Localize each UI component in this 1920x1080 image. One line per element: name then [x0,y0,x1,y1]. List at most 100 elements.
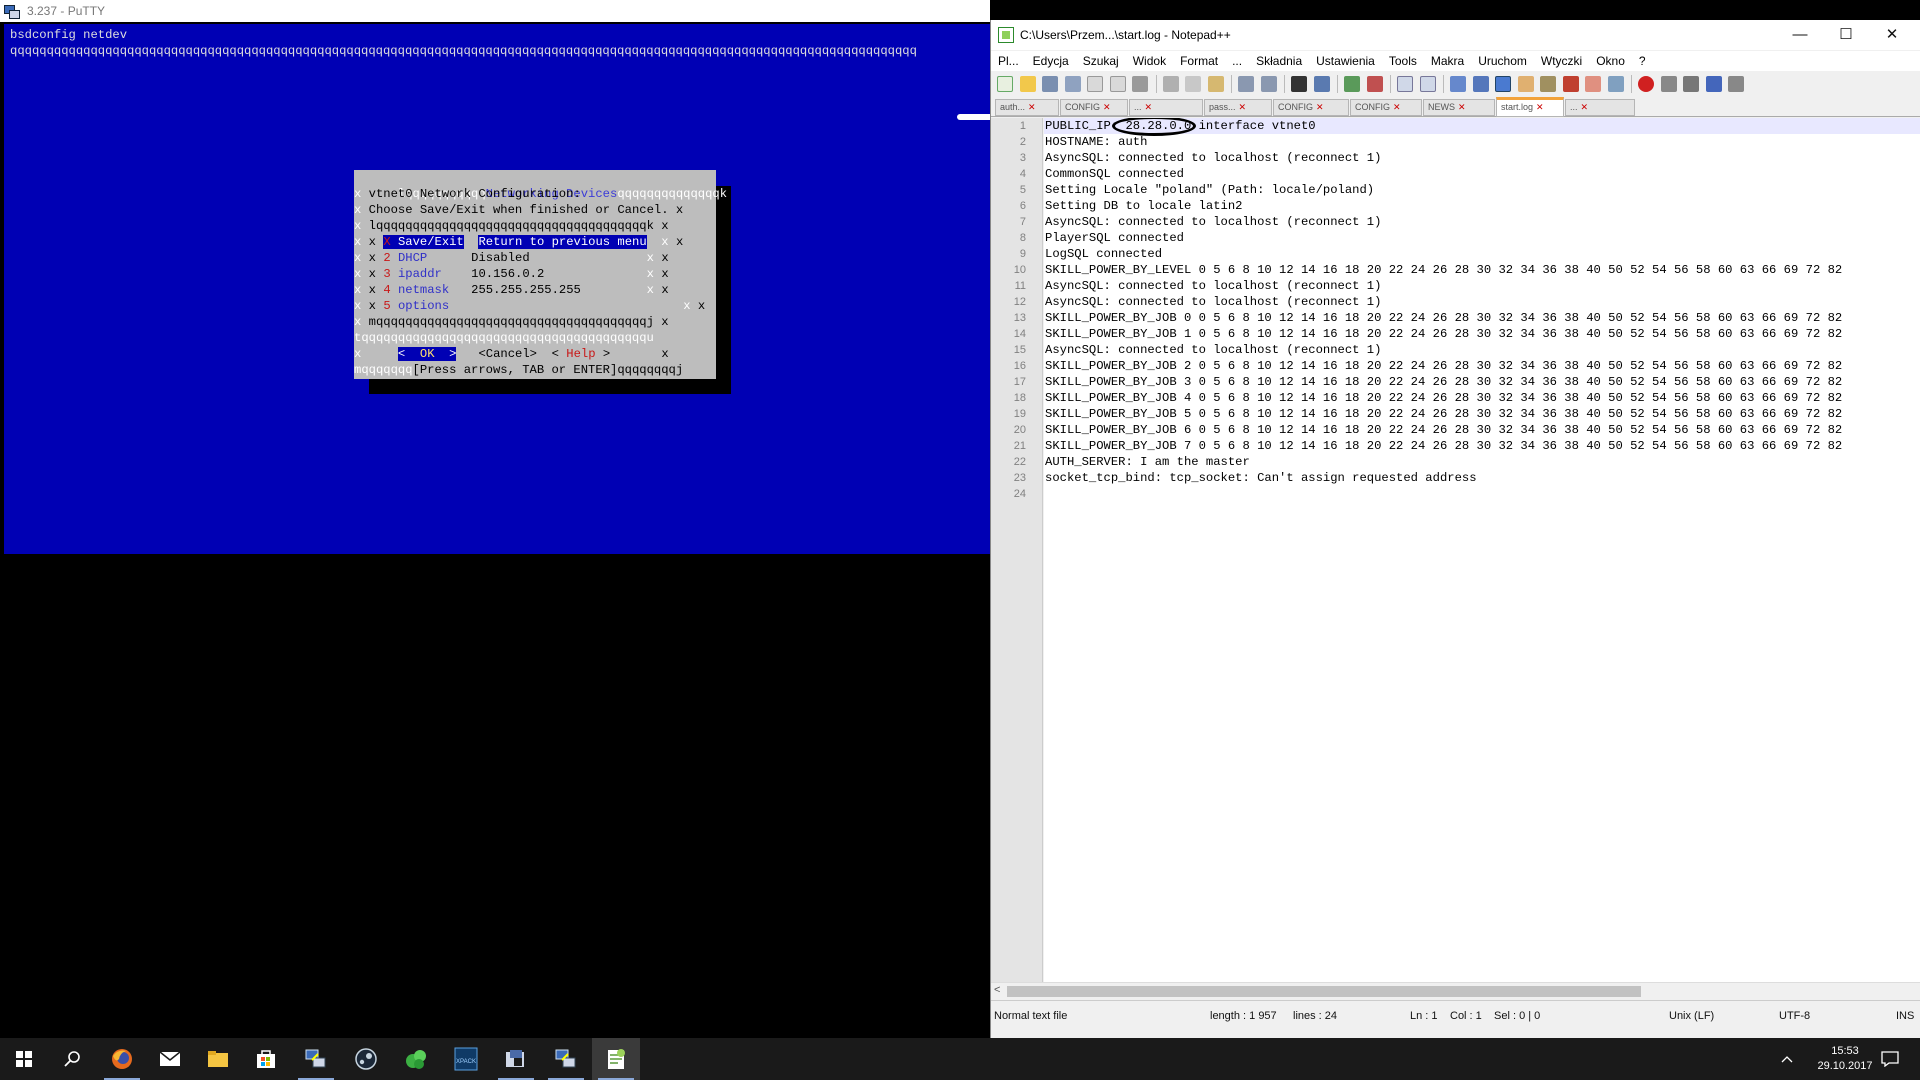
menu-run[interactable]: Uruchom [1478,54,1527,68]
minimize-button[interactable]: — [1777,20,1823,50]
editor-line[interactable]: AsyncSQL: connected to localhost (reconn… [1044,150,1920,166]
monitor-icon[interactable] [1607,76,1624,92]
open-file-icon[interactable] [1019,76,1036,92]
scrollbar-thumb[interactable] [1007,986,1641,997]
editor-line[interactable]: Setting Locale "poland" (Path: locale/po… [1044,182,1920,198]
networking-devices-dialog[interactable]: lqqqqqqqqqqqNetworking Devicesqqqqqqqqqq… [354,170,727,379]
lang-icon[interactable] [1517,76,1534,92]
notepadpp-window[interactable]: C:\Users\Przem...\start.log - Notepad++ … [990,20,1920,1040]
editor-line[interactable]: SKILL_POWER_BY_JOB 6 0 5 6 8 10 12 14 16… [1044,422,1920,438]
horizontal-scrollbar[interactable]: < [991,982,1920,999]
file-tab[interactable]: ... ✕ [1129,99,1203,116]
putty-window[interactable]: 3.237 - PuTTY bsdconfig netdev qqqqqqqqq… [0,0,990,1038]
editor-line[interactable]: SKILL_POWER_BY_JOB 7 0 5 6 8 10 12 14 16… [1044,438,1920,454]
stop-macro-icon[interactable] [1660,76,1677,92]
taskbar-steam[interactable] [342,1038,390,1080]
folder-workspace-icon[interactable] [1585,76,1601,92]
menu-item-save-exit[interactable]: x x X Save/Exit Return to previous menu … [354,234,716,250]
find-icon[interactable] [1291,76,1307,92]
start-button[interactable] [0,1038,48,1080]
action-center-button[interactable] [1870,1038,1910,1080]
zoom-in-icon[interactable] [1344,76,1360,92]
sync-v-icon[interactable] [1397,76,1413,92]
new-file-icon[interactable] [997,76,1013,92]
menu-plugins[interactable]: Wtyczki [1541,54,1582,68]
menu-view[interactable]: Widok [1133,54,1166,68]
taskbar-firefox[interactable] [98,1038,146,1080]
undo-icon[interactable] [1238,76,1254,92]
file-tab[interactable]: ... ✕ [1565,99,1635,116]
tray-show-hidden[interactable] [1772,1038,1802,1080]
run-macro-multiple-icon[interactable] [1705,76,1722,92]
editor-line[interactable]: SKILL_POWER_BY_JOB 2 0 5 6 8 10 12 14 16… [1044,358,1920,374]
file-tab[interactable]: CONFIG ✕ [1350,99,1422,116]
ok-button[interactable]: < OK > [397,347,457,361]
search-button[interactable] [48,1038,96,1080]
npp-titlebar[interactable]: C:\Users\Przem...\start.log - Notepad++ … [991,20,1920,50]
editor-line[interactable]: SKILL_POWER_BY_JOB 0 0 5 6 8 10 12 14 16… [1044,310,1920,326]
menu-help[interactable]: ? [1639,54,1646,68]
file-tab[interactable]: CONFIG ✕ [1273,99,1349,116]
scroll-left-icon[interactable]: < [994,984,1000,996]
editor-line[interactable]: PlayerSQL connected [1044,230,1920,246]
editor-line[interactable]: SKILL_POWER_BY_JOB 1 0 5 6 8 10 12 14 16… [1044,326,1920,342]
file-tab[interactable]: CONFIG ✕ [1060,99,1128,116]
indent-guide-icon[interactable] [1495,76,1511,92]
redo-icon[interactable] [1260,76,1277,92]
maximize-button[interactable]: ☐ [1823,20,1869,50]
file-tab[interactable]: NEWS ✕ [1423,99,1495,116]
taskbar-mail[interactable] [146,1038,194,1080]
file-tab-active[interactable]: start.log ✕ [1496,97,1564,117]
close-button[interactable]: ✕ [1869,20,1915,50]
menu-item-netmask[interactable]: x x 4 netmask 255.255.255.255 x x [354,282,716,298]
taskbar-putty-2[interactable] [542,1038,590,1080]
editor-line[interactable]: Setting DB to locale latin2 [1044,198,1920,214]
save-all-icon[interactable] [1064,76,1081,92]
menu-settings[interactable]: Ustawienia [1316,54,1375,68]
menu-item-dhcp[interactable]: x x 2 DHCP Disabled x x [354,250,716,266]
record-macro-icon[interactable] [1638,76,1654,92]
close-all-icon[interactable] [1109,76,1126,92]
editor-line[interactable]: AsyncSQL: connected to localhost (reconn… [1044,294,1920,310]
taskbar-file-explorer[interactable] [194,1038,242,1080]
play-macro-icon[interactable] [1683,76,1699,92]
taskbar-xpack[interactable]: XPACK [442,1038,490,1080]
menu-edit[interactable]: Edycja [1033,54,1069,68]
editor-line[interactable]: SKILL_POWER_BY_JOB 5 0 5 6 8 10 12 14 16… [1044,406,1920,422]
editor-line[interactable]: socket_tcp_bind: tcp_socket: Can't assig… [1044,470,1920,486]
editor-line[interactable]: LogSQL connected [1044,246,1920,262]
putty-titlebar[interactable]: 3.237 - PuTTY [0,0,990,22]
editor-line[interactable]: AUTH_SERVER: I am the master [1044,454,1920,470]
menu-macro[interactable]: Makra [1431,54,1464,68]
show-all-chars-icon[interactable] [1472,76,1489,92]
taskbar-store[interactable] [242,1038,290,1080]
menu-tools[interactable]: Tools [1389,54,1417,68]
cut-icon[interactable] [1162,76,1179,92]
save-macro-icon[interactable] [1728,76,1744,92]
file-tab[interactable]: auth... ✕ [995,99,1059,116]
save-icon[interactable] [1042,76,1058,92]
editor-line[interactable]: SKILL_POWER_BY_JOB 3 0 5 6 8 10 12 14 16… [1044,374,1920,390]
help-button[interactable]: < Help > [552,347,611,361]
text-editor[interactable]: PUBLIC_IP: 28.28.0.0 interface vtnet0 HOS… [1044,118,1920,982]
menu-encoding[interactable]: ... [1232,54,1242,68]
taskbar-notepadpp[interactable] [592,1038,640,1080]
editor-line[interactable]: SKILL_POWER_BY_JOB 4 0 5 6 8 10 12 14 16… [1044,390,1920,406]
print-icon[interactable] [1132,76,1148,92]
word-wrap-icon[interactable] [1450,76,1466,92]
taskbar-putty[interactable] [292,1038,340,1080]
replace-icon[interactable] [1313,76,1330,92]
menu-language[interactable]: Składnia [1256,54,1302,68]
editor-line[interactable]: AsyncSQL: connected to localhost (reconn… [1044,278,1920,294]
editor-line[interactable]: AsyncSQL: connected to localhost (reconn… [1044,342,1920,358]
menu-item-options[interactable]: x x 5 options x x [354,298,716,314]
copy-icon[interactable] [1185,76,1201,92]
menu-format[interactable]: Format [1180,54,1218,68]
menu-item-ipaddr[interactable]: x x 3 ipaddr 10.156.0.2 x x [354,266,716,282]
editor-line[interactable]: HOSTNAME: auth [1044,134,1920,150]
taskbar-tool[interactable] [492,1038,540,1080]
file-tab[interactable]: pass... ✕ [1204,99,1272,116]
menu-search[interactable]: Szukaj [1083,54,1119,68]
taskbar-game[interactable] [392,1038,440,1080]
menu-file[interactable]: Pl... [998,54,1019,68]
